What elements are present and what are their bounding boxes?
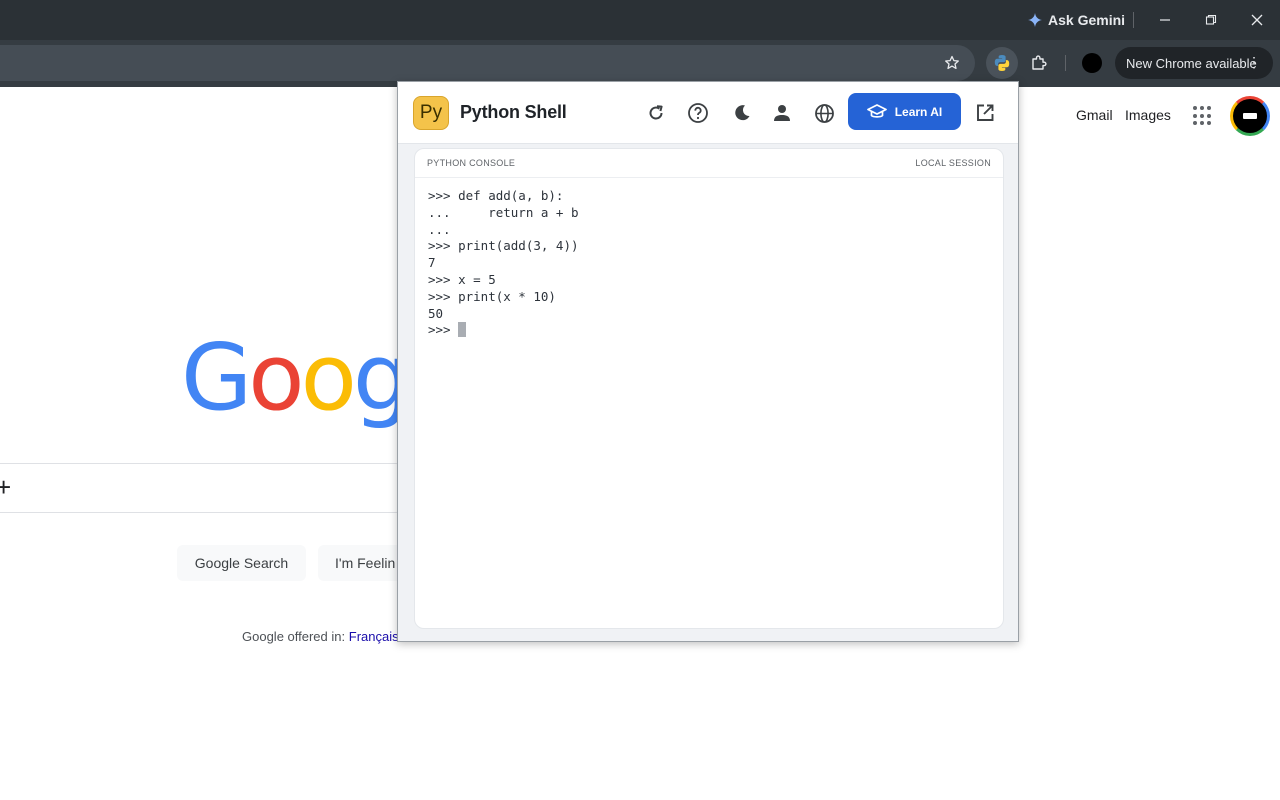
google-logo: Goog [181, 332, 411, 424]
language-button[interactable] [810, 100, 838, 126]
python-shell-logo: Py [413, 96, 449, 130]
plus-icon[interactable]: + [0, 474, 11, 500]
open-external-button[interactable] [971, 100, 999, 126]
account-button[interactable] [768, 100, 796, 126]
console-input-line[interactable]: >>> [428, 322, 579, 339]
reset-button[interactable] [642, 100, 670, 126]
console-line: >>> def add(a, b): [428, 188, 564, 203]
close-icon [1251, 14, 1263, 26]
ask-gemini-button[interactable]: Ask Gemini [1018, 8, 1135, 32]
offered-in-label: Google offered in: [242, 629, 346, 644]
console-line: ... [428, 221, 451, 237]
console-header: PYTHON CONSOLE LOCAL SESSION [415, 149, 1003, 178]
console-line: >>> print(add(3, 4)) [428, 238, 579, 254]
globe-icon [814, 103, 834, 123]
logo-letter: o [248, 324, 304, 431]
python-shell-popup: Py Python Shell Learn AI PYTHON CONSOLE [397, 81, 1019, 642]
text-cursor [458, 322, 467, 338]
python-extension-button[interactable] [986, 47, 1018, 79]
new-chrome-label: New Chrome available [1126, 55, 1257, 71]
avatar-logo [1243, 113, 1257, 119]
logo-letter: o [300, 324, 357, 431]
images-link[interactable]: Images [1125, 107, 1171, 123]
puzzle-icon [1032, 55, 1047, 70]
address-bar[interactable] [0, 45, 975, 81]
minimize-button[interactable] [1151, 8, 1179, 32]
console-prompt: >>> [428, 322, 459, 338]
refresh-icon [649, 105, 663, 120]
session-label: LOCAL SESSION [915, 158, 991, 168]
bookmark-button[interactable] [936, 47, 968, 79]
titlebar-separator [1133, 12, 1134, 28]
gmail-link[interactable]: Gmail [1076, 107, 1113, 123]
more-menu-icon: ⋮ [1247, 54, 1261, 70]
dark-mode-toggle[interactable] [728, 100, 756, 126]
popup-body: PYTHON CONSOLE LOCAL SESSION >>> def add… [398, 144, 1018, 641]
console-line: >>> print(x * 10) [428, 288, 556, 304]
google-search-button[interactable]: Google Search [177, 545, 306, 581]
external-link-icon [977, 104, 994, 121]
popup-title: Python Shell [460, 102, 567, 122]
extensions-button[interactable] [1023, 47, 1055, 79]
google-account-avatar[interactable] [1230, 96, 1270, 136]
google-apps-icon[interactable] [1193, 106, 1213, 126]
restore-icon [1205, 14, 1217, 25]
language-link-french[interactable]: Français [349, 629, 399, 644]
toolbar-separator [1065, 55, 1066, 71]
help-icon [688, 103, 708, 123]
popup-header: Py Python Shell Learn AI [398, 82, 1018, 144]
learn-ai-label: Learn AI [894, 104, 943, 119]
console-line: >>> x = 5 [428, 271, 496, 287]
title-bar: Ask Gemini [0, 0, 1280, 40]
close-window-button[interactable] [1243, 8, 1271, 32]
console-line: 50 [428, 305, 444, 321]
new-chrome-available-button[interactable]: New Chrome available ⋮ [1115, 47, 1273, 79]
logo-letter: G [181, 324, 252, 431]
minimize-icon [1160, 19, 1170, 21]
graduation-cap-icon [866, 103, 887, 118]
help-button[interactable] [684, 100, 712, 126]
ask-gemini-label: Ask Gemini [1048, 12, 1126, 28]
console-line: 7 [428, 255, 436, 271]
offered-in: Google offered in: Français [242, 629, 399, 644]
restore-button[interactable] [1197, 8, 1225, 32]
console-label: PYTHON CONSOLE [427, 158, 516, 168]
star-icon [945, 55, 959, 70]
console-output: >>> def add(a, b): ... return a + b ... … [428, 188, 579, 339]
google-search-box[interactable] [0, 463, 420, 513]
python-logo-icon [994, 55, 1010, 71]
person-icon [774, 105, 790, 121]
learn-ai-button[interactable]: Learn AI [848, 93, 961, 130]
console-line: ... return a + b [428, 204, 579, 220]
python-console[interactable]: PYTHON CONSOLE LOCAL SESSION >>> def add… [414, 148, 1004, 629]
profile-avatar-small[interactable] [1082, 53, 1102, 73]
moon-icon [735, 105, 750, 121]
gemini-icon [1028, 13, 1042, 27]
